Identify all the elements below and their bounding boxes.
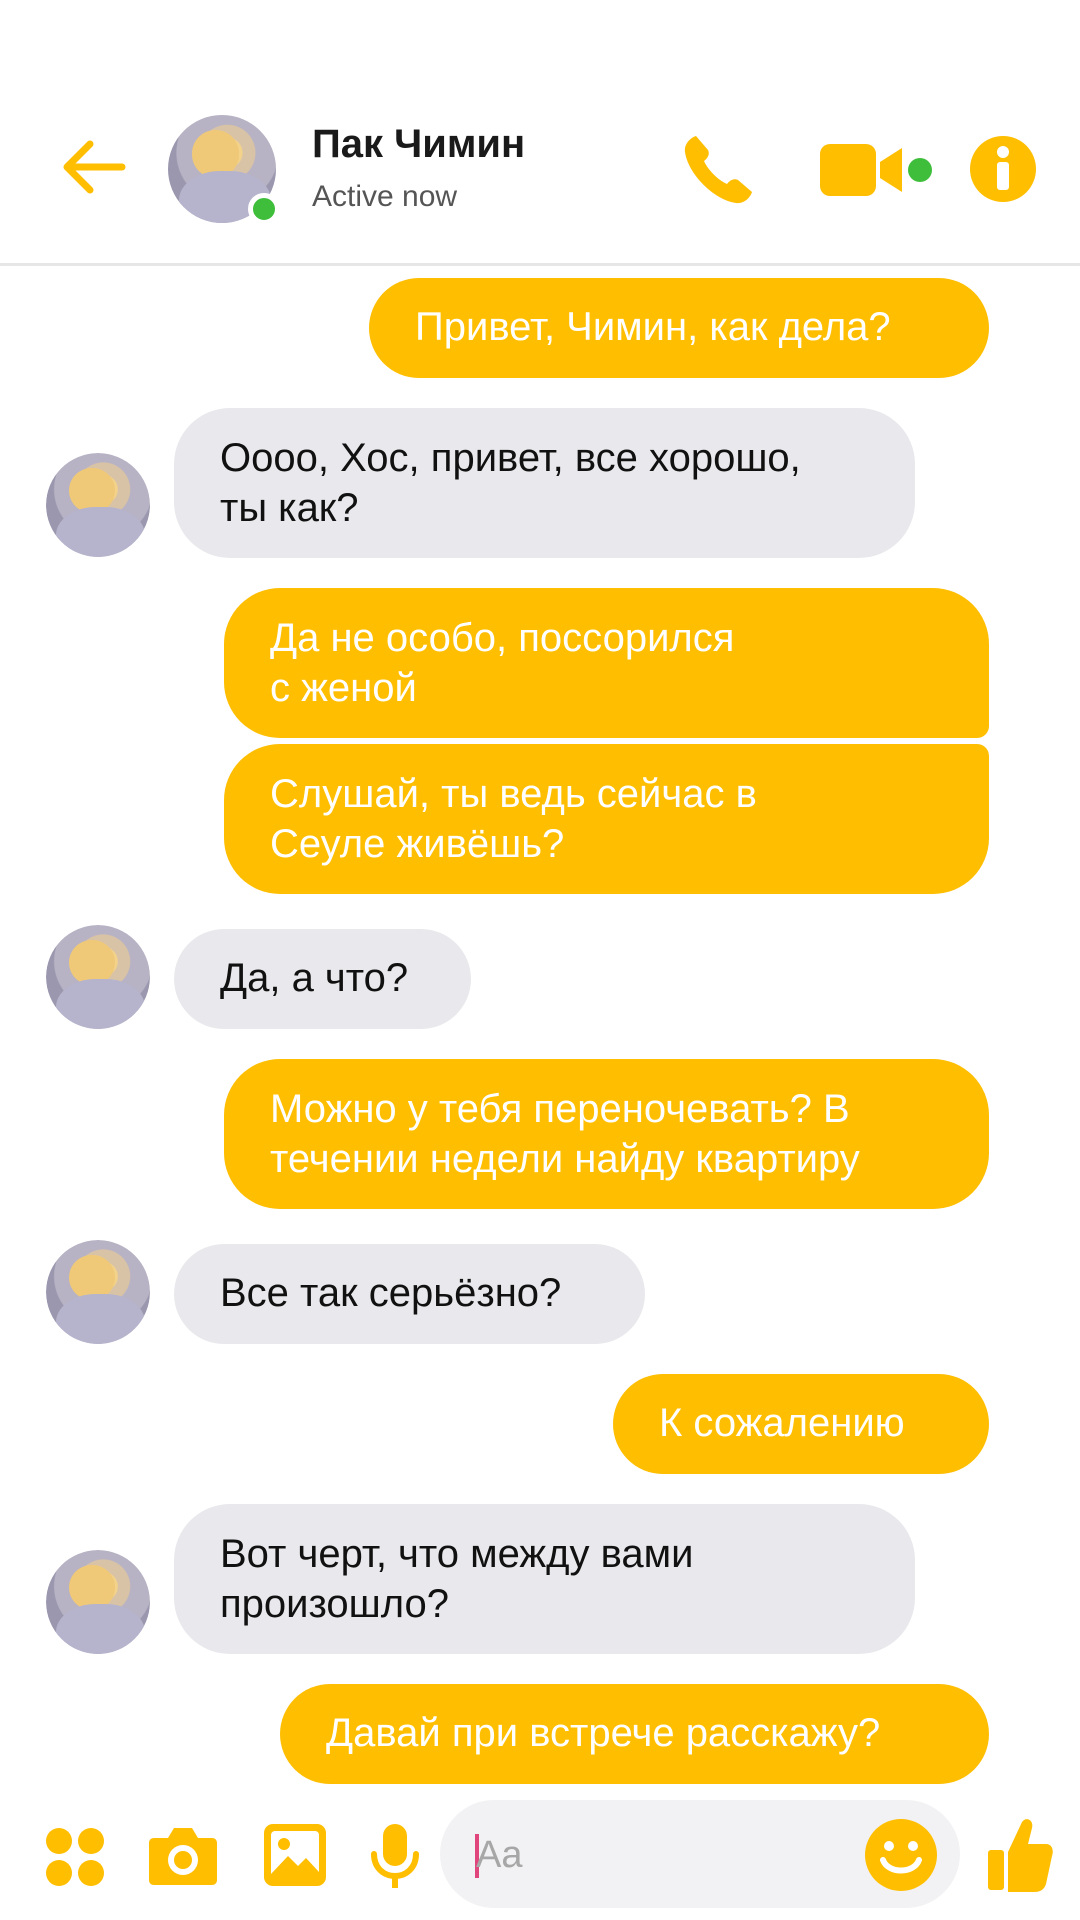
call-button[interactable] [678,130,758,210]
message-incoming[interactable]: Оооо, Хос, привет, все хорошо, ты как? [174,408,915,558]
avatar[interactable] [46,453,150,557]
message-incoming[interactable]: Да, а что? [174,929,471,1029]
message-outgoing[interactable]: Привет, Чимин, как дела? [369,278,989,378]
microphone-icon [371,1824,419,1888]
contact-name[interactable]: Пак Чимин [312,122,525,167]
info-button[interactable] [968,134,1038,204]
message-outgoing[interactable]: Да не особо, поссорился с женой [224,588,989,738]
message-outgoing[interactable]: К сожалению [613,1374,989,1474]
header-divider [0,263,1080,266]
message-outgoing[interactable]: Можно у тебя переночевать? В течении нед… [224,1059,989,1209]
like-button[interactable] [986,1814,1054,1894]
camera-button[interactable] [148,1822,218,1888]
camera-icon [149,1828,217,1885]
avatar[interactable] [46,1550,150,1654]
message-input-placeholder: Aa [476,1834,523,1876]
voice-button[interactable] [370,1822,420,1892]
message-incoming[interactable]: Вот черт, что между вами произошло? [174,1504,915,1654]
contact-avatar[interactable] [168,115,280,225]
message-outgoing[interactable]: Давай при встрече расскажу? [280,1684,989,1784]
thumbs-up-icon [988,1819,1053,1892]
avatar[interactable] [46,1240,150,1344]
message-outgoing[interactable]: Слушай, ты ведь сейчас в Сеуле живёшь? [224,744,989,894]
video-camera-icon [820,144,932,196]
emoji-icon [865,1819,937,1891]
online-indicator [248,193,280,225]
gallery-button[interactable] [262,1822,328,1888]
chat-header: Пак Чимин Active now [0,0,1080,266]
avatar[interactable] [46,925,150,1029]
contact-status: Active now [312,180,458,213]
phone-icon [684,136,752,204]
arrow-left-icon [63,140,126,194]
image-icon [264,1824,326,1886]
emoji-button[interactable] [864,1818,938,1892]
message-incoming[interactable]: Все так серьёзно? [174,1244,645,1344]
back-button[interactable] [58,132,128,202]
video-call-button[interactable] [818,140,936,200]
apps-icon [46,1828,104,1886]
apps-button[interactable] [44,1826,106,1888]
info-icon [970,136,1036,202]
